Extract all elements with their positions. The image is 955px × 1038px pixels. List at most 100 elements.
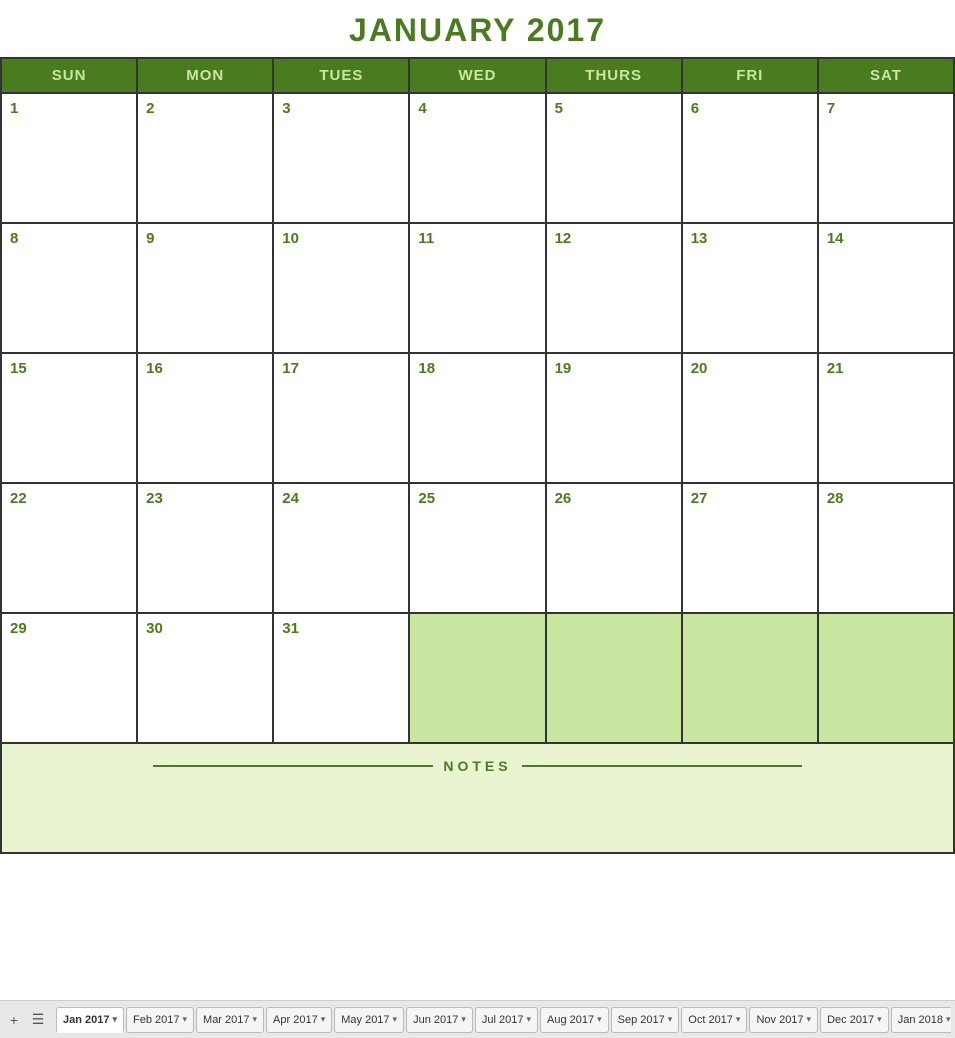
week-row-2: 89 10 11 12 13 14 — [2, 224, 955, 354]
day-header-sun: SUN — [2, 59, 138, 94]
day-header-fri: FRI — [683, 59, 819, 94]
cell-date-26: 26 — [555, 490, 572, 507]
tab-oct-2017[interactable]: Oct 2017▾ — [681, 1007, 747, 1033]
cell-date-24: 24 — [282, 490, 299, 507]
tab-nov-2017[interactable]: Nov 2017▾ — [749, 1007, 818, 1033]
tab-aug-2017[interactable]: Aug 2017▾ — [540, 1007, 609, 1033]
calendar-cell-9[interactable]: 9 — [138, 224, 274, 354]
calendar-cell-1[interactable]: 1 — [2, 94, 138, 224]
calendar-cell-17[interactable]: 17 — [274, 354, 410, 484]
calendar-cell-24[interactable]: 24 — [274, 484, 410, 614]
calendar-cell-23[interactable]: 23 — [138, 484, 274, 614]
cell-date-21: 21 — [827, 360, 844, 377]
cell-date-14: 14 — [827, 230, 844, 247]
calendar-cell-18[interactable]: 18 — [410, 354, 546, 484]
notes-line-left — [153, 765, 433, 767]
calendar-cell-3[interactable]: 3 — [274, 94, 410, 224]
day-header-tues: TUES — [274, 59, 410, 94]
tab-mar-2017[interactable]: Mar 2017▾ — [196, 1007, 264, 1033]
tab-may-2017[interactable]: May 2017▾ — [334, 1007, 404, 1033]
add-sheet-button[interactable]: + — [4, 1010, 24, 1030]
calendar-cell-6[interactable]: 6 — [683, 94, 819, 224]
calendar-title: JANUARY 2017 — [0, 0, 955, 57]
calendar-cell-8[interactable]: 8 — [2, 224, 138, 354]
chevron-down-icon: ▾ — [526, 1014, 531, 1025]
day-headers-row: SUNMONTUESWEDTHURSFRISAT — [2, 59, 955, 94]
tab-sep-2017[interactable]: Sep 2017▾ — [611, 1007, 680, 1033]
cell-date-23: 23 — [146, 490, 163, 507]
notes-line-right — [522, 765, 802, 767]
calendar-cell-11[interactable]: 11 — [410, 224, 546, 354]
calendar-cell-15[interactable]: 15 — [2, 354, 138, 484]
cell-date-27: 27 — [691, 490, 708, 507]
calendar-cell-14[interactable]: 14 — [819, 224, 955, 354]
cell-date-2: 2 — [146, 100, 154, 117]
cell-date-11: 11 — [418, 230, 434, 247]
cell-date-19: 19 — [555, 360, 572, 377]
calendar-cell-19[interactable]: 19 — [547, 354, 683, 484]
cell-date-9: 9 — [146, 230, 154, 247]
cell-date-6: 6 — [691, 100, 699, 117]
calendar-cell-5[interactable]: 5 — [547, 94, 683, 224]
week-row-5: 29 30 31 — [2, 614, 955, 744]
empty-cell[interactable] — [547, 614, 683, 744]
empty-cell[interactable] — [819, 614, 955, 744]
weeks-container: 1234567891011121314151617181920212223242… — [2, 94, 955, 744]
empty-cell[interactable] — [683, 614, 819, 744]
cell-date-7: 7 — [827, 100, 835, 117]
chevron-down-icon: ▾ — [393, 1014, 398, 1025]
calendar-cell-30[interactable]: 30 — [138, 614, 274, 744]
calendar-cell-12[interactable]: 12 — [547, 224, 683, 354]
tabs-container: Jan 2017▾Feb 2017▾Mar 2017▾Apr 2017▾May … — [56, 1007, 951, 1033]
day-header-wed: WED — [410, 59, 546, 94]
week-row-3: 15 16 17 18 19 20 21 — [2, 354, 955, 484]
calendar-cell-29[interactable]: 29 — [2, 614, 138, 744]
cell-date-29: 29 — [10, 620, 27, 637]
tab-apr-2017[interactable]: Apr 2017▾ — [266, 1007, 332, 1033]
chevron-down-icon: ▾ — [112, 1014, 117, 1025]
tab-jun-2017[interactable]: Jun 2017▾ — [406, 1007, 473, 1033]
tab-jul-2017[interactable]: Jul 2017▾ — [475, 1007, 538, 1033]
week-row-1: 1 2 3 45 6 7 — [2, 94, 955, 224]
cell-date-5: 5 — [555, 100, 563, 117]
cell-date-31: 31 — [282, 620, 299, 637]
tab-feb-2017[interactable]: Feb 2017▾ — [126, 1007, 194, 1033]
cell-date-28: 28 — [827, 490, 844, 507]
chevron-down-icon: ▾ — [597, 1014, 602, 1025]
day-header-mon: MON — [138, 59, 274, 94]
chevron-down-icon: ▾ — [253, 1014, 258, 1025]
calendar-cell-25[interactable]: 25 — [410, 484, 546, 614]
calendar-cell-26[interactable]: 26 — [547, 484, 683, 614]
calendar-cell-2[interactable]: 2 — [138, 94, 274, 224]
calendar-cell-4[interactable]: 4 — [410, 94, 546, 224]
calendar-container: SUNMONTUESWEDTHURSFRISAT 123456789101112… — [0, 57, 955, 854]
menu-button[interactable]: ☰ — [28, 1010, 48, 1030]
calendar-cell-10[interactable]: 10 — [274, 224, 410, 354]
cell-date-16: 16 — [146, 360, 163, 377]
cell-date-25: 25 — [418, 490, 435, 507]
calendar-cell-20[interactable]: 20 — [683, 354, 819, 484]
cell-date-17: 17 — [282, 360, 299, 377]
calendar-cell-21[interactable]: 21 — [819, 354, 955, 484]
tab-jan-2017[interactable]: Jan 2017▾ — [56, 1007, 124, 1033]
notes-section: NOTES — [2, 744, 955, 854]
cell-date-1: 1 — [10, 100, 18, 117]
cell-date-22: 22 — [10, 490, 27, 507]
day-header-thurs: THURS — [547, 59, 683, 94]
tab-jan-2018[interactable]: Jan 2018▾ — [891, 1007, 951, 1033]
cell-date-12: 12 — [555, 230, 572, 247]
calendar-cell-7[interactable]: 7 — [819, 94, 955, 224]
calendar-cell-27[interactable]: 27 — [683, 484, 819, 614]
calendar-cell-22[interactable]: 22 — [2, 484, 138, 614]
tab-dec-2017[interactable]: Dec 2017▾ — [820, 1007, 889, 1033]
cell-date-20: 20 — [691, 360, 708, 377]
calendar-cell-31[interactable]: 31 — [274, 614, 410, 744]
cell-date-3: 3 — [282, 100, 290, 117]
calendar-cell-28[interactable]: 28 — [819, 484, 955, 614]
calendar-cell-13[interactable]: 13 — [683, 224, 819, 354]
tab-bar-icons: + ☰ — [4, 1010, 48, 1030]
empty-cell[interactable] — [410, 614, 546, 744]
tab-bar: + ☰ Jan 2017▾Feb 2017▾Mar 2017▾Apr 2017▾… — [0, 1000, 955, 1038]
week-row-4: 22 23 24 25 26 27 28 — [2, 484, 955, 614]
calendar-cell-16[interactable]: 16 — [138, 354, 274, 484]
